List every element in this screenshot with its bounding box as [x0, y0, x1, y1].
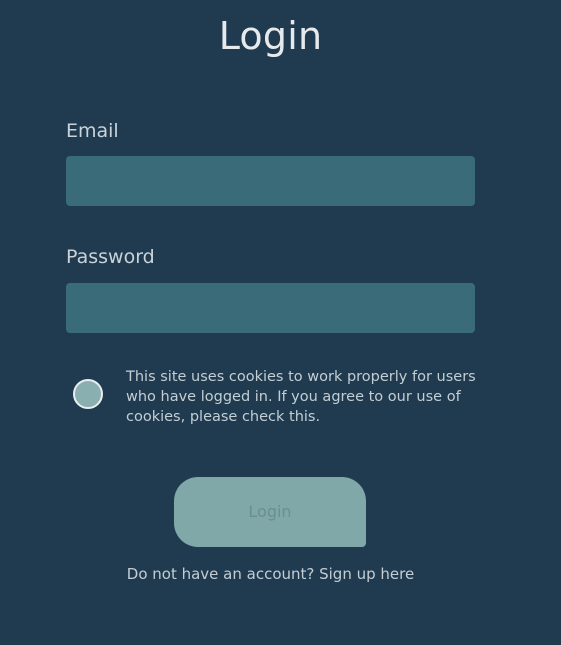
cookie-consent-text: This site uses cookies to work properly … — [126, 369, 476, 425]
email-label: Email — [66, 120, 119, 142]
signup-link[interactable]: Do not have an account? Sign up here — [0, 565, 541, 583]
email-input[interactable] — [66, 156, 475, 206]
cookie-consent-radio[interactable] — [73, 379, 103, 409]
page-title: Login — [218, 14, 323, 58]
login-button[interactable]: Login — [174, 477, 366, 547]
password-input[interactable] — [66, 283, 475, 333]
password-label: Password — [66, 246, 155, 268]
